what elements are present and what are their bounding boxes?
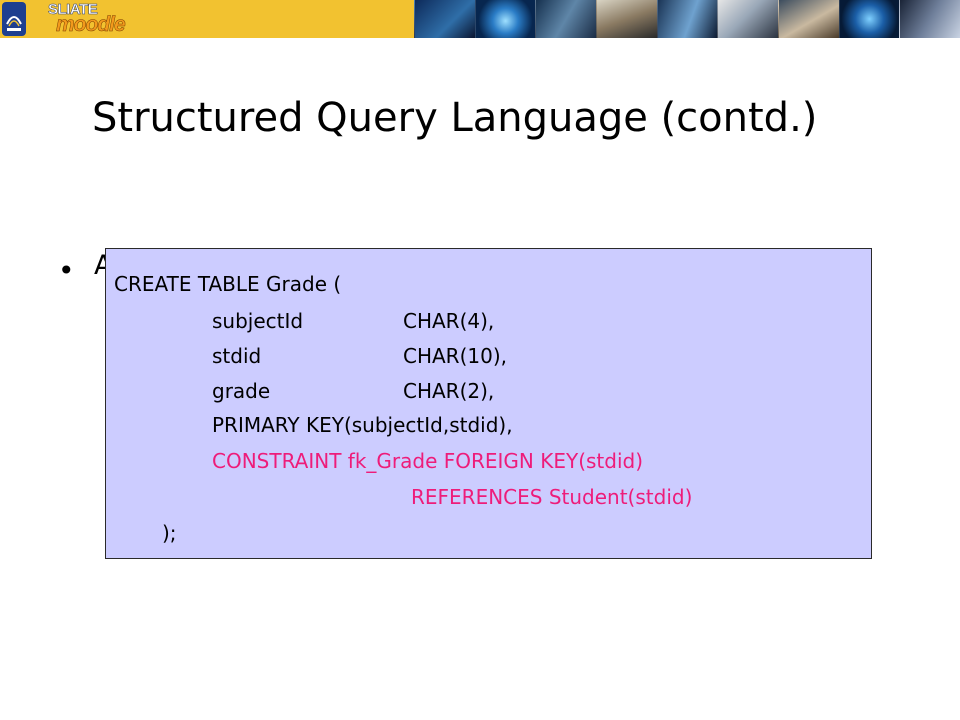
institute-seal-icon	[2, 2, 26, 36]
banner-photo-9	[899, 0, 960, 38]
code-column-name: stdid	[212, 344, 262, 368]
bullet-marker: •	[58, 254, 75, 287]
sql-code-box: CREATE TABLE Grade ( subjectId CHAR(4), …	[105, 248, 872, 559]
banner-photo-8	[838, 0, 900, 38]
code-column-type: CHAR(10),	[403, 344, 507, 368]
code-foreign-key-constraint: CONSTRAINT fk_Grade FOREIGN KEY(stdid)	[212, 449, 644, 473]
code-create-table: CREATE TABLE Grade (	[114, 272, 342, 296]
code-column-name: grade	[212, 379, 271, 403]
code-primary-key: PRIMARY KEY(subjectId,stdid),	[212, 413, 513, 437]
header-banner: SLIATE moodle	[0, 0, 960, 38]
banner-photo-5	[656, 0, 718, 38]
banner-photo-6	[717, 0, 779, 38]
code-column-type: CHAR(4),	[403, 309, 495, 333]
slide: SLIATE moodle Structured Query Language …	[0, 0, 960, 720]
logo-text-bottom: moodle	[56, 13, 126, 37]
banner-photo-2	[474, 0, 536, 38]
banner-photo-7	[778, 0, 839, 38]
logo-block: SLIATE moodle	[0, 0, 414, 38]
code-column-name: subjectId	[212, 309, 304, 333]
moodle-logo[interactable]: SLIATE moodle	[38, 0, 148, 38]
code-close-paren: );	[162, 521, 177, 545]
code-column-type: CHAR(2),	[403, 379, 495, 403]
banner-photo-strip	[414, 0, 960, 38]
code-references: REFERENCES Student(stdid)	[411, 485, 693, 509]
banner-photo-4	[596, 0, 657, 38]
banner-photo-1	[414, 0, 475, 38]
banner-photo-3	[535, 0, 597, 38]
slide-title: Structured Query Language (contd.)	[92, 95, 818, 141]
